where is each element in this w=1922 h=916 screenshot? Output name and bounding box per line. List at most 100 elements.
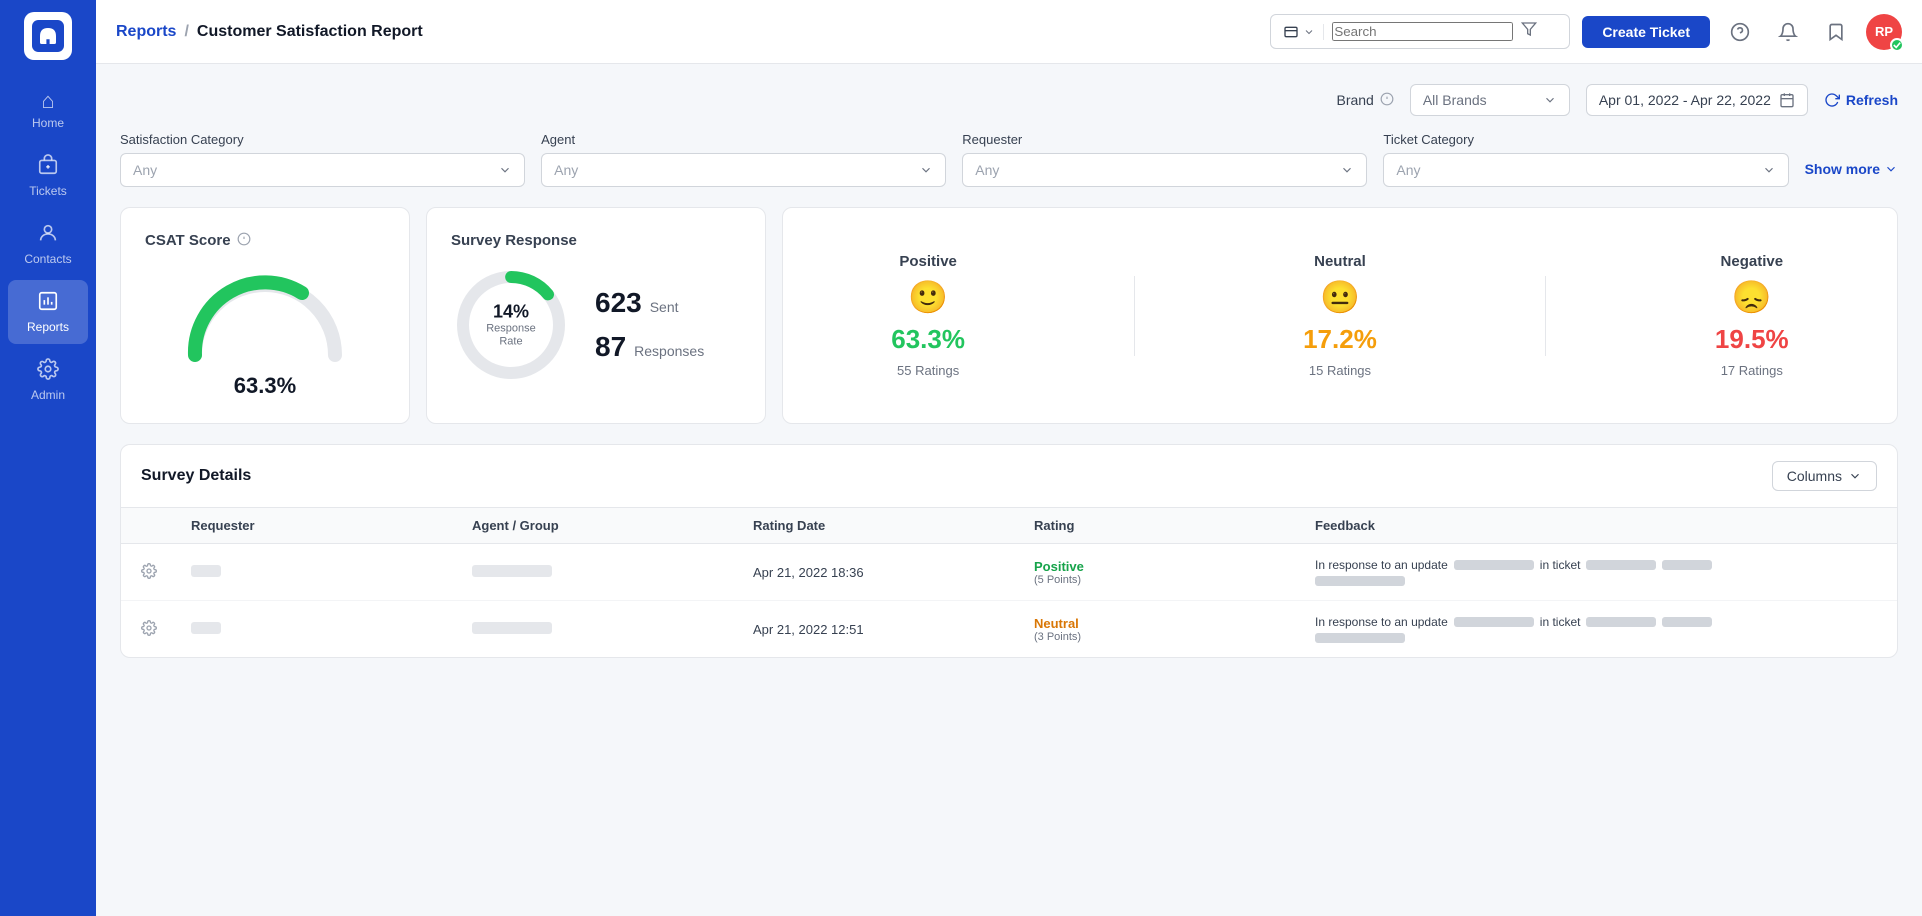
requester-blurred [191,622,221,634]
sidebar-item-reports-label: Reports [27,320,69,334]
responses-stat: 87 Responses [595,331,704,363]
divider [1545,276,1546,356]
negative-emoji: 😞 [1732,278,1772,316]
search-type-select[interactable] [1283,24,1324,40]
row1-rating-points: (5 Points) [1034,574,1315,586]
create-ticket-button[interactable]: Create Ticket [1582,16,1710,48]
requester-blurred [191,565,221,577]
requester-value: Any [975,162,1340,178]
table-row: Apr 21, 2022 18:36 Positive (5 Points) I… [121,544,1897,601]
refresh-label: Refresh [1846,92,1898,108]
columns-chevron-icon [1848,469,1862,483]
neutral-pct: 17.2% [1303,324,1377,355]
refresh-button[interactable]: Refresh [1824,92,1898,108]
sent-label: Sent [650,299,679,315]
row2-rating-points: (3 Points) [1034,631,1315,643]
row1-agent-group [472,565,753,580]
chevron-down-icon [919,163,933,177]
positive-count: 55 Ratings [897,363,959,378]
neutral-label: Neutral [1314,253,1366,270]
help-button[interactable] [1722,14,1758,50]
brand-label-text: Brand [1336,92,1373,108]
survey-details-card: Survey Details Columns Requester Agent /… [120,444,1898,658]
topbar: Reports / Customer Satisfaction Report [96,0,1922,64]
satisfaction-category-select[interactable]: Any [120,153,525,187]
contacts-icon [37,222,59,248]
ratings-card: Positive 🙂 63.3% 55 Ratings Neutral 😐 17… [782,207,1898,424]
sidebar-item-contacts[interactable]: Contacts [8,212,88,276]
notifications-button[interactable] [1770,14,1806,50]
row1-feedback-blurred2 [1586,560,1656,570]
brand-info-icon[interactable] [1380,92,1394,109]
app-logo[interactable] [24,12,72,60]
requester-label: Requester [962,132,1367,147]
sent-count: 623 [595,287,642,319]
positive-label: Positive [899,253,957,270]
row2-feedback-blurred1 [1454,617,1534,627]
row1-feedback-cell: In response to an update in ticket [1315,558,1877,586]
sidebar-item-tickets[interactable]: Tickets [8,144,88,208]
response-rate-pct: 14% [486,301,536,322]
ticket-category-select[interactable]: Any [1383,153,1788,187]
row2-feedback-line2 [1315,633,1877,643]
show-more-label: Show more [1805,161,1880,177]
gauge-svg [175,265,355,365]
table-header: Requester Agent / Group Rating Date Rati… [121,508,1897,544]
row2-feedback: In response to an update in ticket [1315,615,1877,643]
sidebar-item-home-label: Home [32,116,64,130]
calendar-icon [1779,92,1795,108]
chevron-down-icon [1762,163,1776,177]
tickets-icon [37,154,59,180]
row1-settings[interactable] [141,563,191,582]
row2-rating-type: Neutral [1034,616,1315,631]
topbar-icons: RP [1722,14,1902,50]
avatar[interactable]: RP [1866,14,1902,50]
search-filter-icon[interactable] [1521,21,1537,42]
refresh-icon [1824,92,1840,108]
row1-feedback-prefix: In response to an update [1315,558,1448,572]
show-more-chevron-icon [1884,162,1898,176]
row2-feedback-suffix: in ticket [1540,615,1581,629]
csat-info-icon[interactable] [237,232,251,249]
ticket-category-filter: Ticket Category Any [1383,132,1788,187]
row2-agent-group [472,622,753,637]
agent-select[interactable]: Any [541,153,946,187]
details-header: Survey Details Columns [121,445,1897,508]
chevron-down-icon [498,163,512,177]
requester-select[interactable]: Any [962,153,1367,187]
breadcrumb: Reports / Customer Satisfaction Report [116,23,1258,41]
brand-select-chevron [1543,93,1557,107]
response-rate-label: ResponseRate [486,322,536,348]
row2-feedback-blurred3 [1662,617,1712,627]
brand-select[interactable]: All Brands [1410,84,1570,116]
stats-row: CSAT Score [120,207,1898,424]
details-title: Survey Details [141,467,251,485]
sidebar-item-reports[interactable]: Reports [8,280,88,344]
col-rating-header: Rating [1034,518,1315,533]
sidebar-item-admin[interactable]: Admin [8,348,88,412]
breadcrumb-reports-link[interactable]: Reports [116,23,176,41]
requester-filter: Requester Any [962,132,1367,187]
neutral-rating: Neutral 😐 17.2% 15 Ratings [1303,253,1377,378]
search-input[interactable] [1332,22,1513,41]
bookmark-button[interactable] [1818,14,1854,50]
columns-button[interactable]: Columns [1772,461,1877,491]
csat-score-value: 63.3% [234,373,296,399]
date-range-filter[interactable]: Apr 01, 2022 - Apr 22, 2022 [1586,84,1808,116]
survey-card-title: Survey Response [451,232,741,249]
row2-feedback-blurred4 [1315,633,1405,643]
responses-count: 87 [595,331,626,363]
agent-label: Agent [541,132,946,147]
row1-rating-type: Positive [1034,559,1315,574]
negative-rating: Negative 😞 19.5% 17 Ratings [1715,253,1789,378]
row2-settings[interactable] [141,620,191,639]
satisfaction-category-label: Satisfaction Category [120,132,525,147]
agent-group-blurred [472,622,552,634]
col-rating-date-header: Rating Date [753,518,1034,533]
agent-filter: Agent Any [541,132,946,187]
sidebar-item-home[interactable]: ⌂ Home [8,80,88,140]
csat-score-card: CSAT Score [120,207,410,424]
show-more-button[interactable]: Show more [1805,161,1898,187]
col-feedback-header: Feedback [1315,518,1877,533]
sidebar-item-tickets-label: Tickets [29,184,67,198]
